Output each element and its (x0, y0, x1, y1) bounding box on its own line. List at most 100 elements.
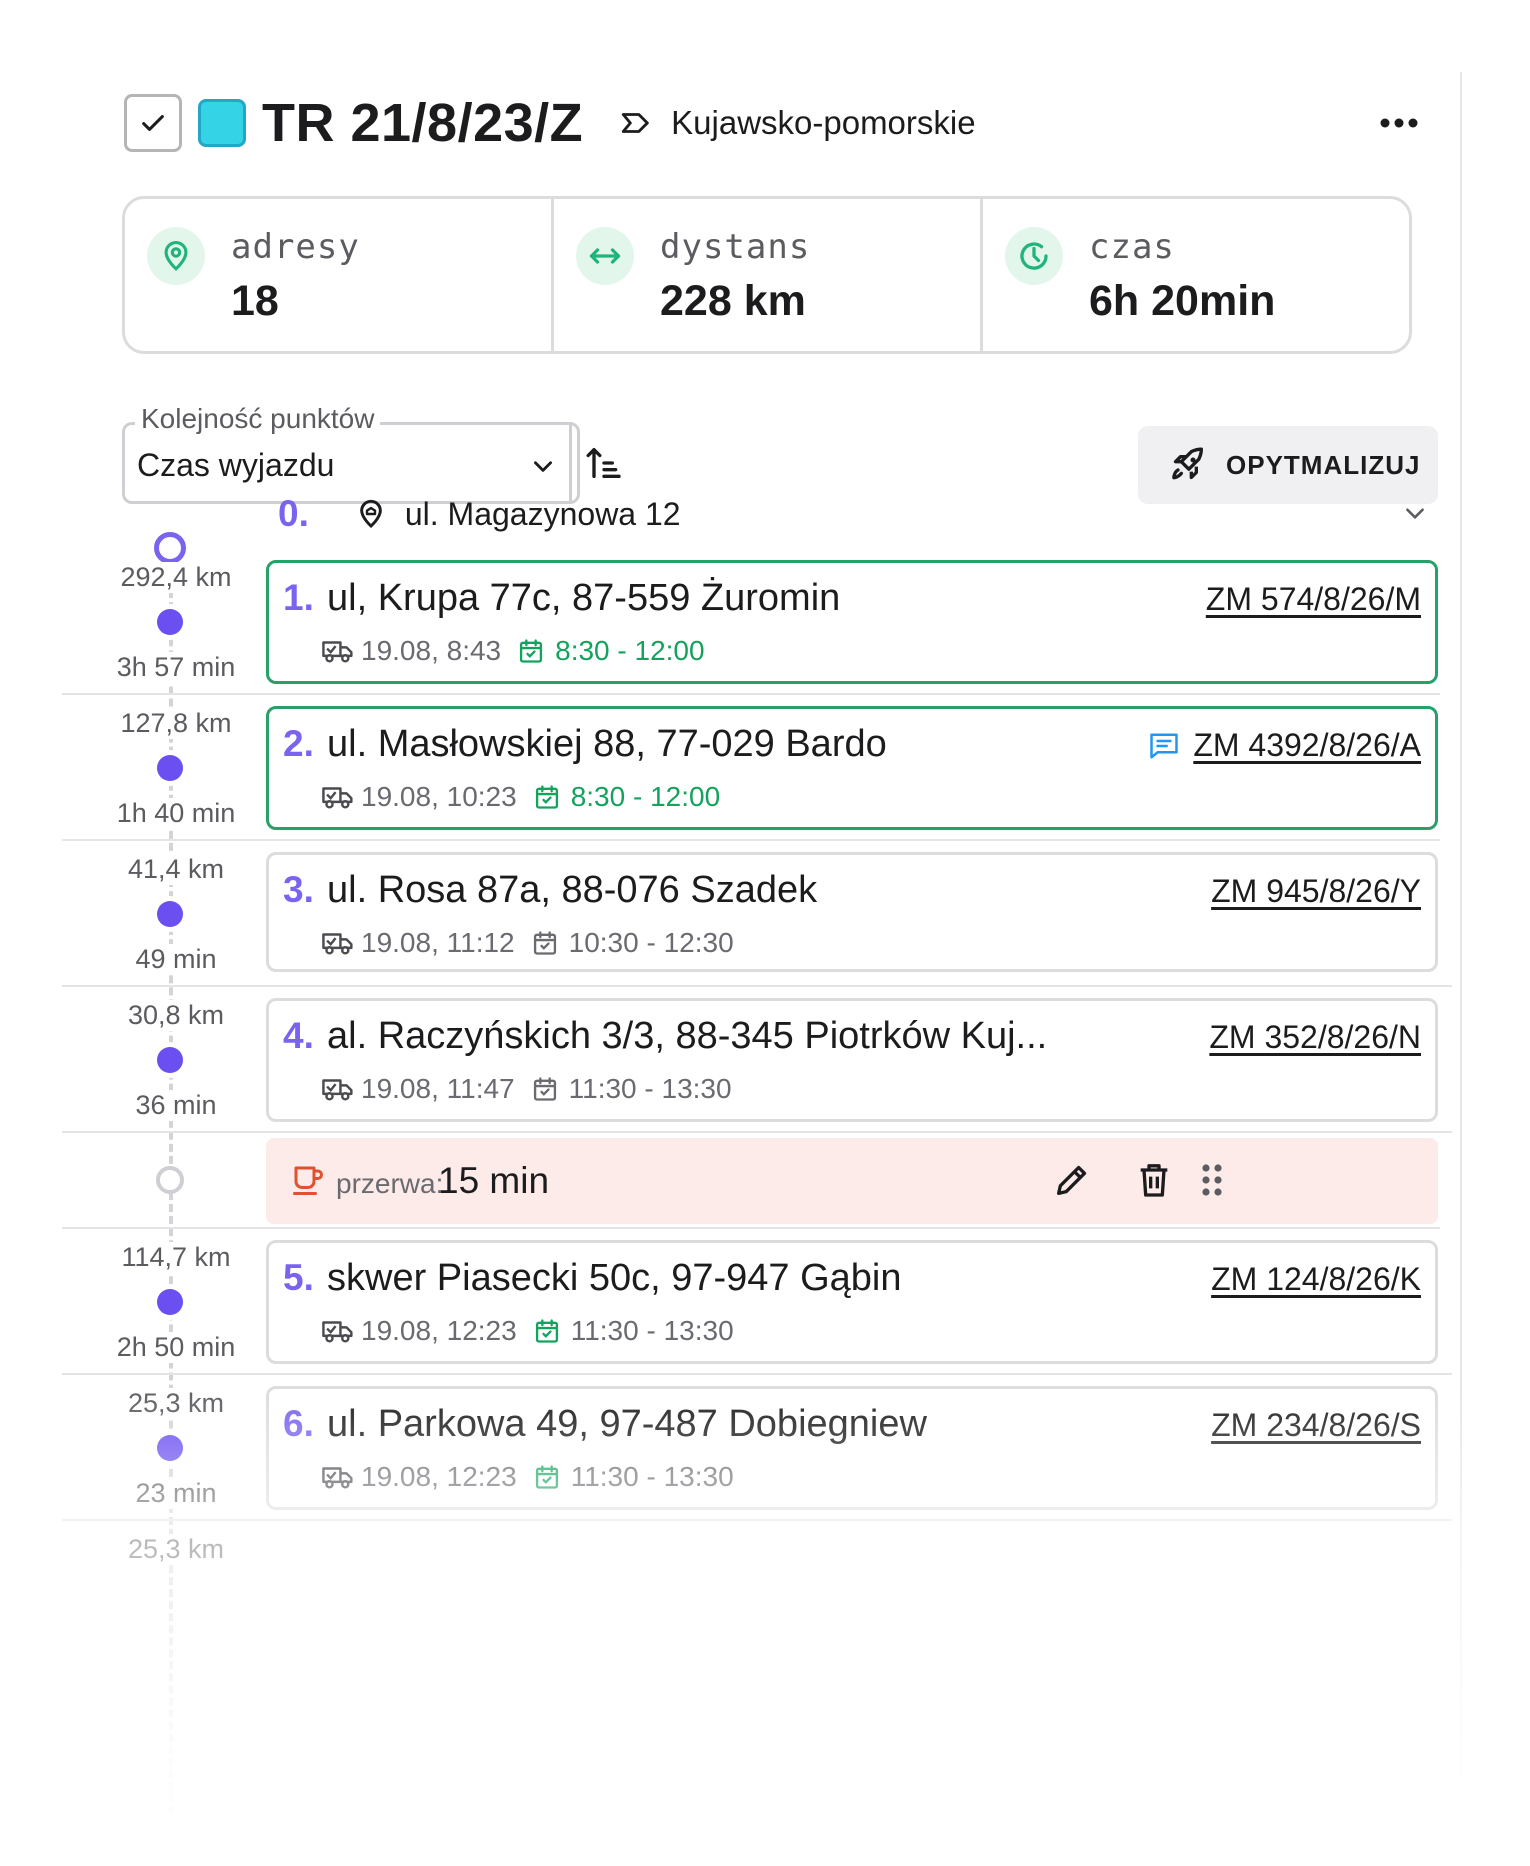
segment-distance: 25,3 km (112, 1388, 240, 1419)
origin-marker (154, 532, 186, 564)
tag-icon (619, 106, 653, 140)
calendar-check-icon (517, 637, 545, 665)
order-link[interactable]: ZM 124/8/26/K (1211, 1261, 1421, 1298)
stat-distance: dystans 228 km (554, 199, 983, 351)
stop-number: 2. (283, 723, 314, 764)
stop-marker (157, 1047, 183, 1073)
origin-address: ul. Magazynowa 12 (404, 495, 681, 532)
segment-duration: 49 min (112, 944, 240, 975)
segment-distance: 41,4 km (112, 854, 240, 885)
row-divider (62, 1519, 1452, 1521)
order-link[interactable]: ZM 574/8/26/M (1206, 581, 1421, 618)
break-card[interactable]: przerwa: 15 min (266, 1138, 1438, 1224)
order-link[interactable]: ZM 945/8/26/Y (1211, 873, 1421, 910)
stop-marker (157, 1289, 183, 1315)
rocket-icon (1172, 447, 1203, 480)
stop-card[interactable]: 5. skwer Piasecki 50c, 97-947 Gąbin ZM 1… (266, 1240, 1438, 1364)
order-link[interactable]: ZM 234/8/26/S (1211, 1407, 1421, 1444)
order-number: ZM 352/8/26/N (1209, 1019, 1421, 1055)
stop-card[interactable]: 4. al. Raczyńskich 3/3, 88-345 Piotrków … (266, 998, 1438, 1122)
delivery-truck-icon (321, 1463, 355, 1491)
calendar-check-icon (533, 783, 561, 811)
delivery-truck-icon (321, 783, 355, 811)
route-title: TR 21/8/23/Z (262, 93, 584, 153)
calendar-check-icon (533, 1317, 561, 1345)
row-divider (62, 1227, 1440, 1229)
order-link[interactable]: ZM 4392/8/26/A (1149, 727, 1421, 764)
break-marker (156, 1166, 184, 1194)
distance-arrows-icon (576, 227, 634, 285)
segment-distance: 114,7 km (112, 1242, 240, 1273)
break-label: przerwa: (336, 1168, 444, 1199)
route-color-swatch[interactable] (198, 99, 246, 147)
row-divider (62, 1373, 1452, 1375)
stop-address: ul. Rosa 87a, 88-076 Szadek (327, 869, 818, 911)
stop-eta: 19.08, 11:12 (361, 927, 515, 958)
route-stats: adresy 18 dystans 228 km czas 6h 20min (122, 196, 1412, 354)
stop-address: ul, Krupa 77c, 87-559 Żuromin (327, 577, 841, 619)
timeline-line (169, 542, 173, 1862)
more-horizontal-icon (1380, 118, 1418, 128)
stat-time: czas 6h 20min (983, 199, 1409, 351)
stop-marker (157, 755, 183, 781)
order-number: ZM 234/8/26/S (1211, 1407, 1421, 1443)
row-divider (62, 693, 1440, 695)
row-divider (62, 839, 1440, 841)
calendar-check-icon (531, 1075, 559, 1103)
stop-number: 3. (283, 869, 314, 910)
stop-eta: 19.08, 10:23 (361, 781, 517, 812)
stat-value: 6h 20min (1089, 277, 1276, 325)
stat-value: 228 km (660, 277, 806, 325)
trash-icon[interactable] (1134, 1160, 1174, 1200)
more-options-button[interactable] (1374, 98, 1424, 148)
stop-number: 5. (283, 1257, 314, 1298)
origin-row[interactable]: 0. ul. Magazynowa 12 (278, 486, 1428, 542)
delivery-truck-icon (321, 929, 355, 957)
order-number: ZM 574/8/26/M (1205, 581, 1421, 617)
route-panel: TR 21/8/23/Z Kujawsko-pomorskie adresy 1… (62, 72, 1462, 1866)
stop-eta: 19.08, 12:23 (361, 1315, 517, 1346)
segment-distance: 25,3 km (112, 1534, 240, 1565)
edit-pencil-icon[interactable] (1052, 1160, 1092, 1200)
order-number: ZM 124/8/26/K (1211, 1261, 1421, 1297)
stop-eta: 19.08, 11:47 (361, 1073, 515, 1104)
stop-card[interactable]: 1. ul, Krupa 77c, 87-559 Żuromin ZM 574/… (266, 560, 1438, 684)
stop-marker (157, 901, 183, 927)
stat-label: adresy (231, 227, 360, 267)
stop-marker (157, 609, 183, 635)
comment-icon[interactable] (1149, 732, 1179, 760)
segment-duration: 36 min (112, 1090, 240, 1121)
route-checkbox[interactable] (124, 94, 182, 152)
stat-addresses: adresy 18 (125, 199, 554, 351)
stat-label: dystans (660, 227, 811, 267)
drag-handle-icon[interactable] (1200, 1162, 1224, 1198)
chevron-down-icon (530, 453, 556, 484)
delivery-truck-icon (321, 1317, 355, 1345)
delivery-window: 11:30 - 13:30 (570, 1315, 734, 1346)
stat-value: 18 (231, 277, 279, 325)
stop-marker (157, 1435, 183, 1461)
order-link[interactable]: ZM 352/8/26/N (1209, 1019, 1421, 1056)
stop-address: ul. Masłowskiej 88, 77-029 Bardo (327, 723, 887, 765)
segment-duration: 23 min (112, 1478, 240, 1509)
sort-ascending-icon (586, 448, 621, 478)
coffee-cup-icon (290, 1162, 326, 1198)
stop-number: 4. (283, 1015, 314, 1056)
stop-number: 1. (283, 577, 314, 618)
segment-distance: 30,8 km (112, 1000, 240, 1031)
warehouse-pin-icon (355, 498, 387, 530)
segment-distance: 292,4 km (112, 562, 240, 593)
stop-eta: 19.08, 12:23 (361, 1461, 517, 1492)
stop-card[interactable]: 6. ul. Parkowa 49, 97-487 Dobiegniew ZM … (266, 1386, 1438, 1510)
delivery-truck-icon (321, 637, 355, 665)
chevron-down-icon[interactable] (1402, 500, 1428, 531)
break-duration: 15 min (438, 1160, 550, 1201)
delivery-window: 8:30 - 12:00 (570, 781, 721, 812)
order-number: ZM 945/8/26/Y (1211, 873, 1421, 909)
origin-number: 0. (278, 493, 309, 534)
row-divider (62, 985, 1452, 987)
stop-address: ul. Parkowa 49, 97-487 Dobiegniew (327, 1403, 927, 1445)
delivery-truck-icon (321, 1075, 355, 1103)
stop-card[interactable]: 3. ul. Rosa 87a, 88-076 Szadek ZM 945/8/… (266, 852, 1438, 972)
stop-card[interactable]: 2. ul. Masłowskiej 88, 77-029 Bardo ZM 4… (266, 706, 1438, 830)
